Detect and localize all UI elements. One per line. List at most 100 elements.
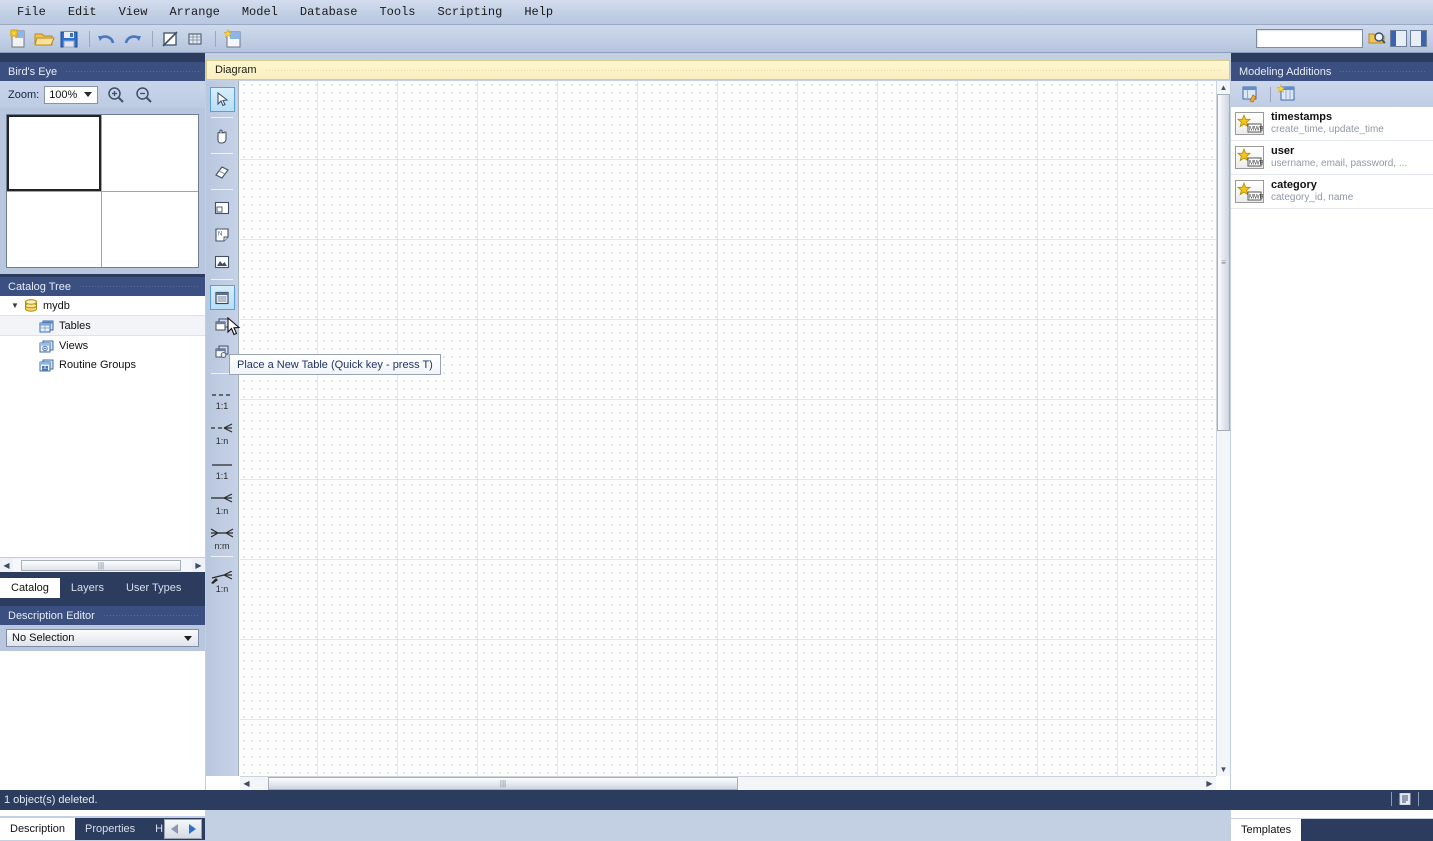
rel-1-n-noniden-tool[interactable]: 1:n bbox=[208, 414, 237, 446]
crossed-pencil-icon[interactable] bbox=[159, 28, 181, 50]
new-diagram-icon[interactable] bbox=[222, 28, 244, 50]
scroll-thumb[interactable]: ||| bbox=[21, 559, 181, 571]
description-editor-title: Description Editor bbox=[8, 609, 95, 622]
grid-icon[interactable] bbox=[184, 28, 206, 50]
toolbar-right-group bbox=[1256, 28, 1427, 48]
scroll-thumb-vertical[interactable]: ≡ bbox=[1217, 94, 1230, 431]
toggle-left-sidebar-icon[interactable] bbox=[1390, 29, 1407, 47]
relation-label: 1:1 bbox=[215, 471, 229, 481]
list-item[interactable]: MWB user username, email, password, ... bbox=[1231, 141, 1433, 175]
tree-node-routine-groups[interactable]: Routine Groups bbox=[0, 355, 205, 374]
diagram-vertical-scrollbar[interactable]: ▲ ≡ ▼ bbox=[1216, 81, 1230, 776]
tab-description[interactable]: Description bbox=[0, 818, 76, 840]
catalog-horizontal-scrollbar[interactable]: ◀ ||| ▶ bbox=[0, 557, 205, 572]
tree-node-label: Views bbox=[59, 339, 89, 352]
diagram-horizontal-scrollbar[interactable]: ◀ ||| ▶ bbox=[240, 776, 1216, 790]
nav-back-arrow-icon[interactable] bbox=[170, 824, 178, 834]
new-document-icon[interactable] bbox=[8, 27, 30, 50]
toggle-right-sidebar-icon[interactable] bbox=[1410, 29, 1427, 47]
hand-tool[interactable] bbox=[210, 123, 235, 148]
search-input[interactable] bbox=[1256, 28, 1363, 48]
tab-catalog[interactable]: Catalog bbox=[0, 578, 60, 598]
zoom-select[interactable]: 100% bbox=[44, 85, 99, 104]
tree-node-views[interactable]: Views bbox=[0, 336, 205, 355]
scroll-up-arrow-icon[interactable]: ▲ bbox=[1217, 81, 1230, 94]
search-magnifier-icon[interactable] bbox=[1367, 28, 1387, 48]
rel-n-m-tool[interactable]: n:m bbox=[208, 519, 237, 551]
nav-forward-arrow-icon[interactable] bbox=[188, 824, 196, 834]
birds-eye-canvas[interactable] bbox=[6, 114, 199, 268]
rel-1-1-iden-tool[interactable]: 1:1 bbox=[208, 449, 237, 481]
menu-bar: File Edit View Arrange Model Database To… bbox=[0, 0, 1433, 25]
rel-1-1-noniden-tool[interactable]: 1:1 bbox=[208, 379, 237, 411]
scroll-thumb-horizontal[interactable]: ||| bbox=[268, 777, 738, 790]
description-selection-dropdown[interactable]: No Selection bbox=[6, 629, 199, 647]
list-item[interactable]: MWB timestamps create_time, update_time bbox=[1231, 107, 1433, 141]
output-panel-icon[interactable] bbox=[1398, 792, 1412, 806]
tables-icon bbox=[38, 318, 56, 334]
diagram-tab-header[interactable]: Diagram bbox=[206, 60, 1230, 80]
tree-node-tables[interactable]: Tables bbox=[0, 315, 205, 336]
scroll-right-arrow-icon[interactable]: ▶ bbox=[192, 559, 205, 572]
rel-pick-1-n-tool[interactable]: 1:n bbox=[208, 562, 237, 594]
list-item[interactable]: MWB category category_id, name bbox=[1231, 175, 1433, 209]
chevron-down-icon bbox=[184, 635, 192, 641]
image-tool[interactable] bbox=[210, 249, 235, 274]
open-folder-icon[interactable] bbox=[33, 28, 55, 50]
birds-eye-panel-header: Bird's Eye bbox=[0, 62, 205, 81]
scroll-left-arrow-icon[interactable]: ◀ bbox=[240, 777, 253, 790]
menu-file[interactable]: File bbox=[6, 2, 57, 22]
svg-text:MWB: MWB bbox=[1249, 127, 1263, 133]
status-message: 1 object(s) deleted. bbox=[4, 794, 98, 806]
menu-arrange[interactable]: Arrange bbox=[158, 2, 230, 22]
zoom-out-icon[interactable] bbox=[134, 85, 154, 105]
main-toolbar bbox=[0, 25, 1433, 53]
save-disk-icon[interactable] bbox=[58, 28, 80, 50]
layer-tool[interactable] bbox=[210, 195, 235, 220]
tab-layers[interactable]: Layers bbox=[60, 578, 115, 598]
rel-1-n-iden-tool[interactable]: 1:n bbox=[208, 484, 237, 516]
eraser-tool[interactable] bbox=[210, 159, 235, 184]
menu-view[interactable]: View bbox=[108, 2, 159, 22]
zoom-in-icon[interactable] bbox=[106, 85, 126, 105]
menu-model[interactable]: Model bbox=[231, 2, 289, 22]
status-bar-right bbox=[1385, 792, 1425, 806]
birds-eye-viewport-rect[interactable] bbox=[7, 115, 101, 191]
tool-separator-1 bbox=[211, 117, 233, 118]
menu-help[interactable]: Help bbox=[513, 2, 564, 22]
description-editor-panel-header: Description Editor bbox=[0, 606, 205, 625]
description-nav-buttons bbox=[164, 819, 202, 839]
toolbar-separator bbox=[1270, 86, 1271, 102]
scroll-track-horizontal[interactable]: ||| bbox=[253, 777, 1203, 790]
mwb-template-icon: MWB bbox=[1235, 146, 1264, 169]
scroll-right-arrow-icon[interactable]: ▶ bbox=[1203, 777, 1216, 790]
mwb-template-icon: MWB bbox=[1235, 112, 1264, 135]
expander-triangle-icon[interactable]: ▼ bbox=[8, 301, 22, 310]
tool-tooltip: Place a New Table (Quick key - press T) bbox=[229, 354, 441, 375]
new-template-icon[interactable] bbox=[1276, 83, 1298, 105]
menu-edit[interactable]: Edit bbox=[57, 2, 108, 22]
redo-arrow-icon[interactable] bbox=[121, 28, 143, 50]
template-columns: create_time, update_time bbox=[1271, 124, 1384, 135]
scroll-left-arrow-icon[interactable]: ◀ bbox=[0, 559, 13, 572]
tree-node-mydb[interactable]: ▼ mydb bbox=[0, 296, 205, 315]
scroll-track[interactable]: ||| bbox=[13, 558, 192, 572]
modeling-additions-panel-header: Modeling Additions bbox=[1231, 62, 1433, 81]
description-select-wrapper: No Selection bbox=[0, 625, 205, 651]
tab-templates[interactable]: Templates bbox=[1231, 819, 1302, 841]
diagram-canvas[interactable] bbox=[240, 81, 1216, 776]
scroll-down-arrow-icon[interactable]: ▼ bbox=[1217, 763, 1230, 776]
menu-scripting[interactable]: Scripting bbox=[427, 2, 514, 22]
undo-arrow-icon[interactable] bbox=[96, 28, 118, 50]
table-tool[interactable] bbox=[209, 285, 235, 310]
menu-tools[interactable]: Tools bbox=[368, 2, 426, 22]
tab-user-types[interactable]: User Types bbox=[115, 578, 192, 598]
note-tool[interactable]: N bbox=[210, 222, 235, 247]
menu-database[interactable]: Database bbox=[289, 2, 369, 22]
catalog-tab-bar: Catalog Layers User Types bbox=[0, 578, 205, 598]
tab-properties[interactable]: Properties bbox=[75, 818, 145, 840]
tree-node-label: Routine Groups bbox=[59, 358, 137, 371]
zoom-label: Zoom: bbox=[8, 88, 40, 101]
pointer-tool[interactable] bbox=[209, 87, 235, 112]
edit-template-icon[interactable] bbox=[1239, 83, 1261, 105]
